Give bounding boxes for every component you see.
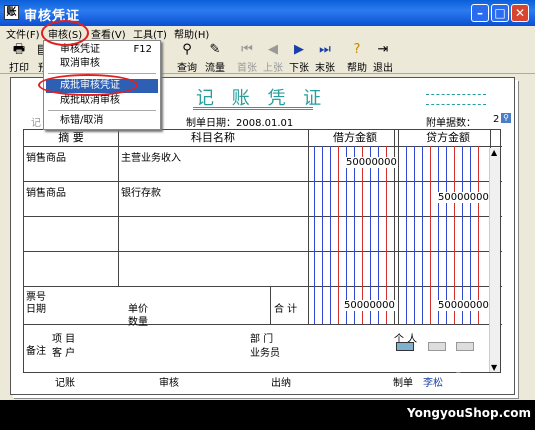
ticket-date-label: 日期: [26, 304, 46, 315]
flow-icon: ✎: [209, 42, 221, 57]
printer-icon: 🖶: [12, 42, 26, 57]
row1-account[interactable]: 主营业务收入: [121, 149, 181, 164]
maximize-icon[interactable]: □: [491, 4, 509, 22]
menu-item-mark-error[interactable]: 标错/取消: [46, 114, 158, 128]
print-label: 打印: [9, 63, 29, 74]
shortcut-f12: F12: [133, 44, 152, 55]
voucher-type-prefix: 记: [31, 118, 41, 129]
help-label: 帮助: [347, 63, 367, 74]
next-button[interactable]: ▶ 下张: [288, 42, 310, 74]
annotation-circle: [38, 74, 138, 96]
watermark-logo: Yonyou: [424, 353, 490, 374]
card-icon[interactable]: [396, 342, 414, 351]
menu-tools[interactable]: 工具(T): [133, 26, 167, 41]
prev-button[interactable]: ◀ 上张: [262, 42, 284, 74]
total-debit: 50000000: [344, 300, 395, 311]
total-label: 合 计: [274, 304, 298, 315]
attachments-value[interactable]: 2: [493, 114, 499, 125]
attachments-label: 附单据数：: [426, 118, 476, 129]
project-label: 项 目: [52, 334, 76, 345]
sig-cashier: 出纳: [271, 378, 291, 389]
flow-label: 流量: [205, 63, 225, 74]
first-page-icon: ⏮: [241, 42, 253, 57]
card-icon[interactable]: [456, 342, 474, 351]
dotted-line: [426, 104, 486, 105]
scroll-down-icon[interactable]: ▼: [491, 363, 497, 372]
salesperson-label: 业务员: [250, 348, 280, 359]
first-button[interactable]: ⏮ 首张: [236, 42, 258, 74]
prev-page-icon: ◀: [268, 42, 278, 57]
scroll-up-icon[interactable]: ▲: [491, 148, 497, 157]
row2-summary[interactable]: 销售商品: [26, 184, 66, 199]
customer-label: 客 户: [52, 348, 76, 359]
total-credit: 50000000: [438, 300, 489, 311]
row2-debit-display[interactable]: 50000000: [438, 192, 489, 203]
header-credit: 贷方金额: [426, 131, 470, 144]
menu-file[interactable]: 文件(F): [6, 26, 40, 41]
app-window: 账 审核凭证 – □ ✕ 文件(F) 审核(S) 查看(V) 工具(T) 帮助(…: [0, 0, 535, 400]
help-button[interactable]: ? 帮助: [346, 42, 368, 74]
sig-audit: 审核: [159, 378, 179, 389]
next-label: 下张: [289, 63, 309, 74]
menu-view[interactable]: 查看(V): [91, 26, 126, 41]
title-underline: [193, 107, 313, 110]
row1-credit-display[interactable]: 50000000: [346, 157, 397, 168]
sig-bookkeeping: 记账: [55, 378, 75, 389]
header-summary: 摘 要: [58, 131, 84, 144]
exit-button[interactable]: ⇥ 退出: [372, 42, 394, 74]
department-label: 部 门: [250, 334, 274, 345]
lightbulb-icon: ?: [353, 42, 361, 57]
minimize-icon[interactable]: –: [471, 4, 489, 22]
close-icon[interactable]: ✕: [511, 4, 529, 22]
first-label: 首张: [237, 63, 257, 74]
voucher-table: 摘 要 科目名称 借方金额 贷方金额 销售商品 主营业务收入 50000000 …: [23, 129, 502, 373]
remarks-label: 备注: [26, 346, 46, 357]
exit-icon: ⇥: [377, 42, 389, 57]
last-button[interactable]: ⏭ 末张: [314, 42, 336, 74]
row1-summary[interactable]: 销售商品: [26, 149, 66, 164]
menu-item-cancel-audit[interactable]: 取消审核: [46, 57, 158, 71]
watermark-bar: YongyouShop.com: [0, 400, 535, 430]
menu-separator: [48, 110, 156, 111]
quantity-label: 数量: [128, 317, 148, 328]
last-page-icon: ⏭: [319, 42, 331, 57]
binoculars-icon: ⚲: [182, 42, 192, 57]
print-button[interactable]: 🖶 打印: [8, 42, 30, 74]
lookup-label: 查询: [177, 63, 197, 74]
next-page-icon: ▶: [294, 42, 304, 57]
vertical-scrollbar[interactable]: ▲ ▼: [489, 148, 500, 372]
sig-maker-name: 李松: [423, 378, 443, 389]
menu-help[interactable]: 帮助(H): [174, 26, 209, 41]
sig-maker: 制单: [393, 378, 413, 389]
flow-button[interactable]: ✎ 流量: [204, 42, 226, 74]
header-debit: 借方金额: [333, 131, 377, 144]
exit-label: 退出: [373, 63, 393, 74]
last-label: 末张: [315, 63, 335, 74]
app-icon: 账: [4, 5, 19, 20]
header-account: 科目名称: [191, 131, 235, 144]
annotation-circle: [41, 20, 89, 46]
watermark-site: YongyouShop.com: [406, 406, 531, 420]
card-icon[interactable]: [428, 342, 446, 351]
dotted-line: [426, 94, 486, 95]
voucher-date: 制单日期：2008.01.01: [186, 118, 294, 129]
magnifier-icon[interactable]: ⚲: [501, 113, 511, 123]
prev-label: 上张: [263, 63, 283, 74]
menu-item-batch-cancel[interactable]: 成批取消审核: [46, 94, 158, 108]
row2-account[interactable]: 银行存款: [121, 184, 161, 199]
lookup-button[interactable]: ⚲ 查询: [176, 42, 198, 74]
